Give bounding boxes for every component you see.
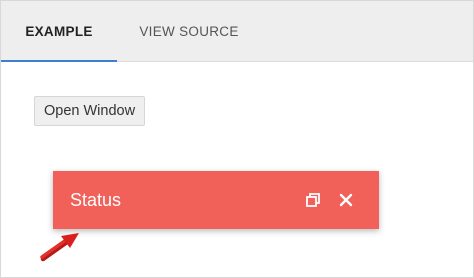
- tab-bar: EXAMPLE VIEW SOURCE: [1, 1, 473, 62]
- window-title: Status: [70, 190, 122, 210]
- tab-view-source-label: VIEW SOURCE: [139, 24, 239, 39]
- active-tab-indicator: [1, 60, 117, 62]
- close-icon[interactable]: [336, 190, 356, 210]
- pointer-arrow-icon: [40, 233, 79, 262]
- open-window-button[interactable]: Open Window: [34, 96, 146, 126]
- restore-icon[interactable]: [303, 190, 323, 210]
- status-window[interactable]: Status: [53, 171, 379, 229]
- tab-example[interactable]: EXAMPLE: [1, 1, 117, 62]
- tab-view-source[interactable]: VIEW SOURCE: [131, 1, 247, 61]
- tab-example-label: EXAMPLE: [25, 24, 93, 39]
- example-frame: EXAMPLE VIEW SOURCE Open Window Status: [0, 0, 474, 278]
